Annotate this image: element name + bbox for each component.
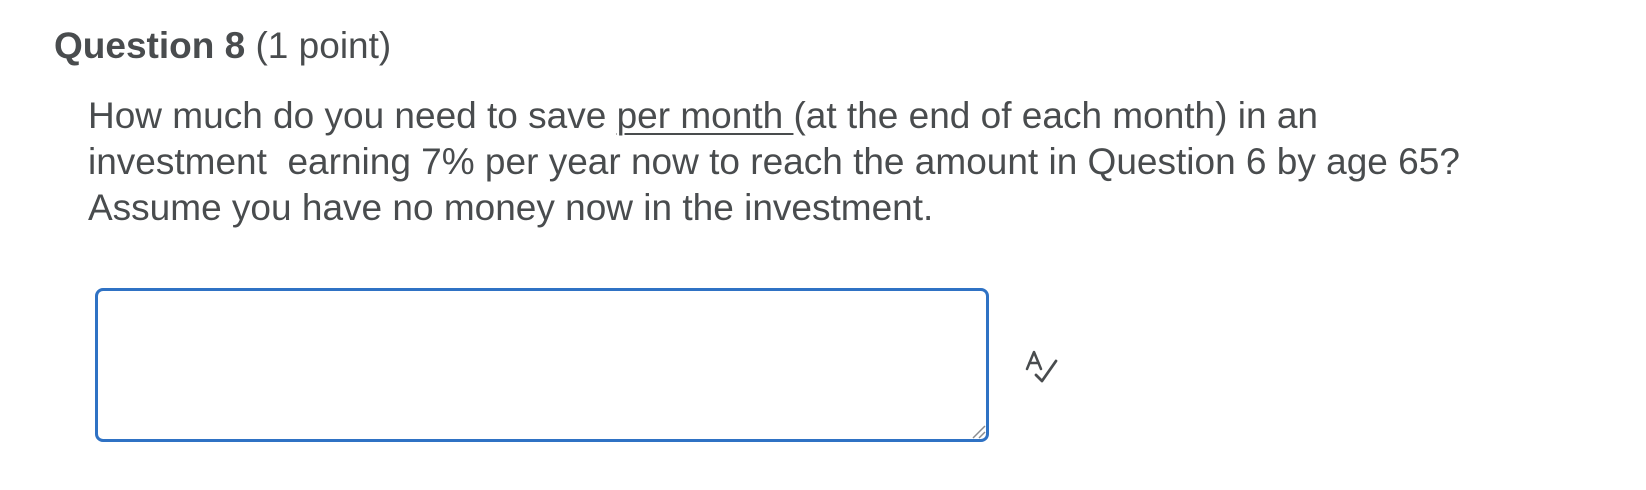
question-text-line-1: How much do you need to save per month (… (88, 93, 1628, 139)
question-text-line-2: investment earning 7% per year now to re… (88, 141, 1460, 182)
question-header: Question 8 (1 point) (54, 22, 391, 70)
question-text-line-3: Assume you have no money now in the inve… (88, 187, 934, 228)
question-text: How much do you need to save per month (… (88, 93, 1628, 231)
emphasis-per-month: per month (616, 95, 794, 136)
resize-handle-icon[interactable] (970, 423, 986, 439)
question-text-part: (at the end of each month) in an (793, 95, 1318, 136)
question-container: Question 8 (1 point) How much do you nee… (0, 0, 1646, 490)
spellcheck-icon (1022, 347, 1062, 392)
question-text-part: How much do you need to save (88, 95, 617, 136)
answer-textarea[interactable] (95, 288, 989, 442)
question-points: (1 point) (255, 25, 392, 66)
spellcheck-button[interactable] (1018, 345, 1066, 393)
question-title: Question 8 (54, 25, 246, 66)
